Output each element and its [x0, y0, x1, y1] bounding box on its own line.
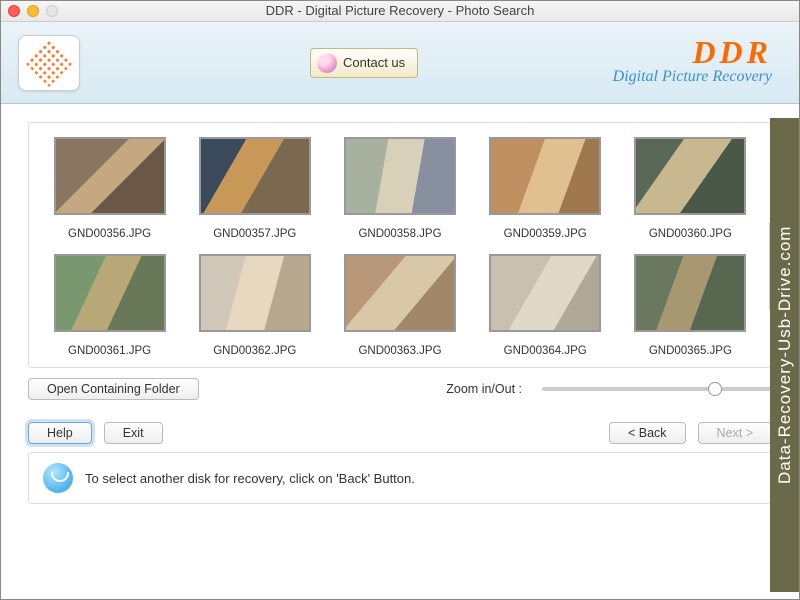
photo-thumbnail[interactable] — [344, 254, 456, 332]
zoom-label: Zoom in/Out : — [446, 382, 522, 396]
contact-us-button[interactable]: Contact us — [310, 48, 418, 78]
list-item[interactable]: GND00356.JPG — [43, 137, 176, 246]
titlebar: DDR - Digital Picture Recovery - Photo S… — [0, 0, 800, 22]
filename-label: GND00358.JPG — [333, 228, 466, 240]
controls-row: Open Containing Folder Zoom in/Out : — [28, 378, 772, 400]
back-button[interactable]: < Back — [609, 422, 686, 444]
photo-thumbnail[interactable] — [489, 137, 601, 215]
brand-title: DDR — [613, 36, 772, 68]
speech-bubble-icon — [43, 463, 73, 493]
filename-label: GND00360.JPG — [624, 228, 757, 240]
brand-subtitle: Digital Picture Recovery — [613, 68, 772, 86]
filename-label: GND00359.JPG — [479, 228, 612, 240]
filename-label: GND00361.JPG — [43, 345, 176, 357]
photo-thumbnail[interactable] — [634, 254, 746, 332]
main-area: GND00356.JPG GND00357.JPG GND00358.JPG G… — [0, 104, 800, 600]
watermark-strip: Data-Recovery-Usb-Drive.com — [770, 118, 800, 592]
person-icon — [317, 53, 337, 73]
list-item[interactable]: GND00364.JPG — [479, 254, 612, 363]
contact-us-label: Contact us — [343, 55, 405, 70]
brand-block: DDR Digital Picture Recovery — [613, 36, 772, 86]
help-button[interactable]: Help — [28, 422, 92, 444]
list-item[interactable]: GND00361.JPG — [43, 254, 176, 363]
list-item[interactable]: GND00362.JPG — [188, 254, 321, 363]
filename-label: GND00362.JPG — [188, 345, 321, 357]
nav-buttons-row: Help Exit < Back Next > — [28, 422, 772, 444]
photo-thumbnail[interactable] — [54, 137, 166, 215]
photo-thumbnail[interactable] — [344, 137, 456, 215]
list-item[interactable]: GND00357.JPG — [188, 137, 321, 246]
gallery-panel: GND00356.JPG GND00357.JPG GND00358.JPG G… — [28, 122, 772, 368]
photo-thumbnail[interactable] — [489, 254, 601, 332]
photo-thumbnail[interactable] — [199, 254, 311, 332]
thumbnail-grid: GND00356.JPG GND00357.JPG GND00358.JPG G… — [43, 137, 757, 363]
slider-thumb-icon[interactable] — [708, 382, 722, 396]
zoom-slider[interactable] — [542, 387, 772, 391]
open-containing-folder-button[interactable]: Open Containing Folder — [28, 378, 199, 400]
hint-bar: To select another disk for recovery, cli… — [28, 452, 772, 504]
filename-label: GND00357.JPG — [188, 228, 321, 240]
list-item[interactable]: GND00358.JPG — [333, 137, 466, 246]
list-item[interactable]: GND00365.JPG — [624, 254, 757, 363]
list-item[interactable]: GND00359.JPG — [479, 137, 612, 246]
photo-thumbnail[interactable] — [199, 137, 311, 215]
exit-button[interactable]: Exit — [104, 422, 163, 444]
app-logo — [18, 35, 80, 91]
photo-thumbnail[interactable] — [634, 137, 746, 215]
filename-label: GND00363.JPG — [333, 345, 466, 357]
filename-label: GND00356.JPG — [43, 228, 176, 240]
next-button: Next > — [698, 422, 772, 444]
hint-text: To select another disk for recovery, cli… — [85, 471, 415, 486]
header-banner: Contact us DDR Digital Picture Recovery — [0, 22, 800, 104]
list-item[interactable]: GND00360.JPG — [624, 137, 757, 246]
filename-label: GND00364.JPG — [479, 345, 612, 357]
photo-thumbnail[interactable] — [54, 254, 166, 332]
list-item[interactable]: GND00363.JPG — [333, 254, 466, 363]
logo-pattern-icon — [25, 38, 73, 86]
window-title: DDR - Digital Picture Recovery - Photo S… — [0, 3, 800, 18]
filename-label: GND00365.JPG — [624, 345, 757, 357]
